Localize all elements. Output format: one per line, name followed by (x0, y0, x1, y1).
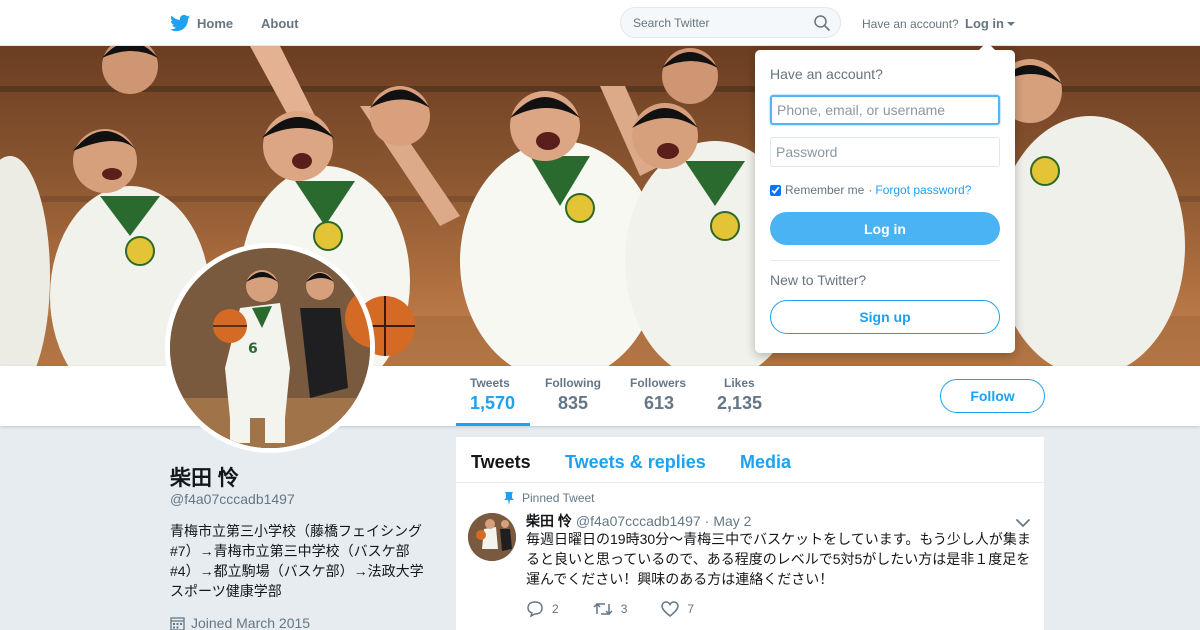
login-button[interactable]: Log in (770, 212, 1000, 245)
tweet-date[interactable]: May 2 (713, 513, 751, 529)
retweet-icon (593, 602, 613, 616)
like-button[interactable]: 7 (661, 601, 694, 617)
remember-me-checkbox[interactable] (770, 184, 781, 196)
login-toggle-label: Log in (965, 16, 1004, 31)
profile-bio: 青梅市立第三小学校（藤橋フェイシング#7）→青梅市立第三中学校（バスケ部#4）→… (170, 523, 424, 599)
active-stat-underline (456, 423, 530, 426)
stat-following[interactable]: Following 835 (545, 376, 601, 414)
stat-followers[interactable]: Followers 613 (630, 376, 686, 414)
stat-likes[interactable]: Likes 2,135 (717, 376, 762, 414)
tab-tweets[interactable]: Tweets (471, 452, 531, 473)
top-navigation-bar: Home About Have an account? Log in (0, 0, 1200, 46)
avatar-photo: 6 (170, 248, 370, 448)
username-field[interactable] (770, 95, 1000, 125)
login-dropdown-toggle[interactable]: Log in (965, 16, 1015, 31)
stat-tweets-label: Tweets (470, 376, 510, 390)
login-dropdown-title: Have an account? (770, 66, 883, 82)
stat-followers-label: Followers (630, 376, 687, 390)
search-input[interactable] (633, 16, 803, 30)
remember-separator: · (868, 183, 873, 197)
timeline: Tweets Tweets & replies Media Pinned Twe… (456, 437, 1044, 630)
timeline-tabs: Tweets Tweets & replies Media (456, 437, 1044, 483)
reply-icon (527, 601, 543, 617)
signup-button[interactable]: Sign up (770, 300, 1000, 334)
remember-me-row: Remember me · Forgot password? (770, 183, 971, 197)
stat-following-value: 835 (558, 393, 589, 413)
tab-media[interactable]: Media (740, 452, 791, 473)
tweet-header: 柴田 怜 @f4a07cccadb1497 · May 2 (526, 511, 751, 531)
stat-tweets-value: 1,570 (470, 393, 516, 413)
nav-about-link[interactable]: About (261, 16, 299, 31)
retweet-count: 3 (620, 602, 628, 616)
tweet-actions: 2 3 7 (526, 601, 728, 617)
stat-following-label: Following (545, 376, 601, 390)
stat-followers-value: 613 (644, 393, 675, 413)
profile-avatar[interactable]: 6 (165, 243, 375, 453)
search-box (620, 7, 841, 38)
password-field[interactable] (770, 137, 1000, 167)
twitter-logo[interactable] (170, 13, 191, 33)
tab-tweets-and-replies[interactable]: Tweets & replies (565, 452, 706, 473)
joined-date: Joined March 2015 (170, 615, 310, 630)
profile-handle[interactable]: @f4a07cccadb1497 (170, 491, 295, 507)
tweet-dot-separator: · (704, 513, 710, 529)
login-dropdown: Have an account? Remember me · Forgot pa… (755, 42, 1015, 353)
twitter-bird-icon (170, 14, 191, 32)
tweet-author-name[interactable]: 柴田 怜 (526, 511, 572, 531)
forgot-password-link[interactable]: Forgot password? (875, 183, 971, 197)
tweet-avatar[interactable] (468, 513, 516, 561)
like-count: 7 (687, 602, 695, 616)
remember-me-label[interactable]: Remember me (785, 183, 864, 197)
reply-button[interactable]: 2 (526, 601, 559, 617)
pinned-tweet-label: Pinned Tweet (504, 491, 595, 505)
heart-icon (661, 601, 680, 617)
svg-text:6: 6 (248, 341, 258, 357)
tweet-avatar-photo (468, 513, 516, 561)
retweet-button[interactable]: 3 (593, 601, 628, 617)
tweet-author-handle[interactable]: @f4a07cccadb1497 (576, 513, 701, 529)
stat-likes-value: 2,135 (717, 393, 763, 413)
new-to-twitter-text: New to Twitter? (770, 272, 867, 288)
pinned-text: Pinned Tweet (522, 491, 595, 505)
dropdown-divider (770, 260, 1000, 261)
calendar-icon (170, 616, 185, 630)
profile-name[interactable]: 柴田 怜 (170, 462, 239, 492)
tweet-text: 毎週日曜日の19時30分～青梅三中でバスケットをしています。もう少し人が集まると… (526, 531, 1031, 587)
have-account-text: Have an account? (862, 17, 959, 31)
stat-likes-label: Likes (724, 376, 755, 390)
caret-down-icon (1007, 21, 1015, 26)
reply-count: 2 (552, 602, 559, 616)
search-icon[interactable] (814, 15, 830, 36)
nav-home-link[interactable]: Home (197, 16, 233, 31)
follow-button[interactable]: Follow (940, 379, 1045, 413)
stat-tweets[interactable]: Tweets 1,570 (470, 376, 515, 414)
joined-text: Joined March 2015 (191, 615, 311, 630)
pin-icon (504, 491, 514, 505)
